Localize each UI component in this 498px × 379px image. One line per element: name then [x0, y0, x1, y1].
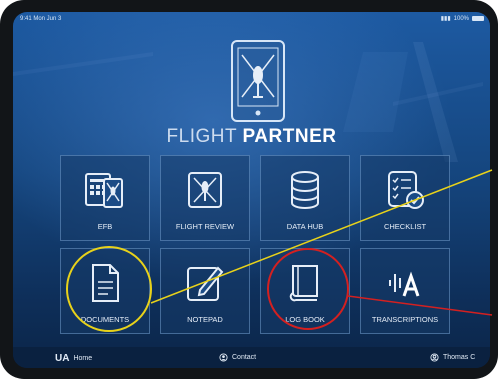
database-icon — [291, 171, 319, 209]
user-nav-item[interactable]: Thomas C — [430, 353, 475, 362]
contact-icon — [219, 353, 228, 362]
contact-label: Contact — [232, 354, 257, 361]
app-title-light: FLIGHT — [166, 126, 237, 147]
transcription-icon — [389, 271, 420, 297]
tile-notepad[interactable]: NOTEPAD — [160, 248, 250, 334]
battery-percent: 100% — [453, 15, 469, 22]
status-time: 9:41 Mon Jun 3 — [20, 16, 62, 22]
checklist-icon — [388, 171, 424, 209]
battery-icon — [472, 16, 484, 21]
tile-label: FLIGHT REVIEW — [175, 222, 235, 231]
user-label: Thomas C — [443, 354, 476, 361]
tile-label: EFB — [97, 222, 113, 231]
contact-nav-item[interactable]: Contact — [219, 353, 256, 362]
notepad-icon — [187, 266, 224, 301]
status-bar: 9:41 Mon Jun 3 ▮▮▮ 100% — [13, 12, 490, 24]
tile-data-hub[interactable]: DATA HUB — [260, 155, 350, 241]
tile-label: LOG BOOK — [285, 315, 325, 324]
signal-icon: ▮▮▮ — [440, 16, 451, 22]
app-title: FLIGHT PARTNER — [13, 126, 490, 148]
user-icon — [430, 353, 439, 362]
app-logo-tablet-helicopter-icon — [231, 40, 285, 122]
tile-documents[interactable]: DOCUMENTS — [60, 248, 150, 334]
flight-review-icon — [188, 172, 222, 208]
tablet-bezel: 9:41 Mon Jun 3 ▮▮▮ 100% FLIGHT PARTNER E… — [0, 0, 498, 379]
home-nav-item[interactable]: UA Home — [55, 353, 92, 364]
tile-label: CHECKLIST — [383, 222, 427, 231]
tile-efb[interactable]: EFB — [60, 155, 150, 241]
home-label: Home — [73, 355, 93, 362]
tile-flight-review[interactable]: FLIGHT REVIEW — [160, 155, 250, 241]
tile-label: NOTEPAD — [187, 315, 223, 324]
app-title-bold: PARTNER — [242, 126, 337, 147]
tile-label: DATA HUB — [286, 222, 324, 231]
tile-checklist[interactable]: CHECKLIST — [360, 155, 450, 241]
ua-logo-icon: UA — [55, 353, 70, 364]
document-icon — [92, 264, 119, 302]
tile-transcriptions[interactable]: TRANSCRIPTIONS — [360, 248, 450, 334]
tile-label: TRANSCRIPTIONS — [371, 315, 439, 324]
bottom-navigation-bar: UA Home Contact Thomas C — [13, 347, 490, 368]
efb-tablet-icon — [85, 173, 123, 208]
app-screen: 9:41 Mon Jun 3 ▮▮▮ 100% FLIGHT PARTNER E… — [13, 12, 490, 368]
tile-label: DOCUMENTS — [80, 315, 130, 324]
book-icon — [289, 265, 318, 302]
tile-log-book[interactable]: LOG BOOK — [260, 248, 350, 334]
